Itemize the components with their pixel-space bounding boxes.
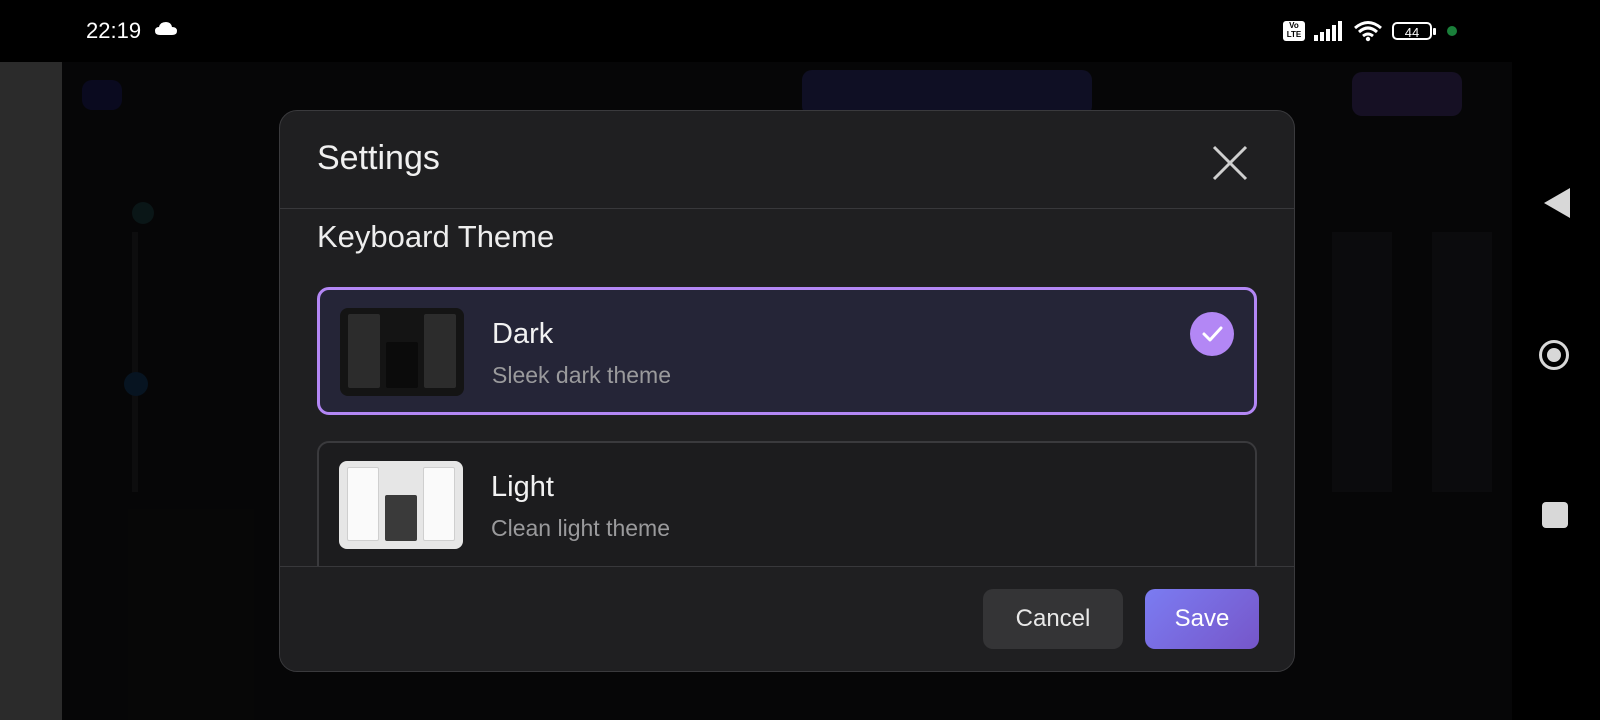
navigation-bar — [1512, 62, 1600, 720]
thumb-key — [348, 314, 380, 388]
light-theme-thumbnail — [339, 461, 463, 549]
wifi-icon — [1354, 21, 1382, 42]
cancel-button[interactable]: Cancel — [983, 589, 1123, 649]
recents-icon[interactable] — [1542, 502, 1568, 528]
dark-theme-thumbnail — [340, 308, 464, 396]
signal-icon — [1314, 21, 1342, 41]
thumb-key — [424, 314, 456, 388]
battery-level: 44 — [1404, 25, 1420, 40]
home-icon[interactable] — [1539, 340, 1569, 370]
thumb-key — [385, 495, 417, 541]
dialog-title: Settings — [317, 139, 440, 177]
option-name: Dark — [492, 318, 554, 350]
back-icon[interactable] — [1544, 188, 1570, 218]
check-icon — [1190, 312, 1234, 356]
status-bar: 22:19 Vo LTE 44 — [0, 0, 1600, 62]
option-description: Sleek dark theme — [492, 362, 671, 388]
section-title: Keyboard Theme — [317, 219, 555, 254]
option-description: Clean light theme — [491, 515, 670, 541]
theme-option-light[interactable]: Light Clean light theme — [317, 441, 1257, 581]
thumb-key — [347, 467, 379, 541]
battery-icon: 44 — [1392, 22, 1436, 40]
thumb-key — [423, 467, 455, 541]
status-time: 22:19 — [86, 18, 142, 43]
cloud-icon — [155, 22, 177, 35]
dialog-footer — [280, 567, 1294, 671]
privacy-dot-icon — [1447, 26, 1457, 36]
checkmark-glyph — [1202, 326, 1223, 342]
save-button[interactable]: Save — [1145, 589, 1259, 649]
thumb-key — [386, 342, 418, 388]
left-edge — [0, 62, 62, 720]
close-icon[interactable] — [1210, 143, 1250, 183]
option-name: Light — [491, 471, 554, 503]
theme-option-dark[interactable]: Dark Sleek dark theme — [317, 287, 1257, 415]
divider — [280, 566, 1294, 567]
volte-icon: Vo LTE — [1283, 21, 1305, 41]
divider — [280, 208, 1294, 209]
status-icons: Vo LTE 44 — [1283, 18, 1457, 44]
settings-dialog: Settings Keyboard Theme Dark Sleek dark … — [279, 110, 1295, 672]
